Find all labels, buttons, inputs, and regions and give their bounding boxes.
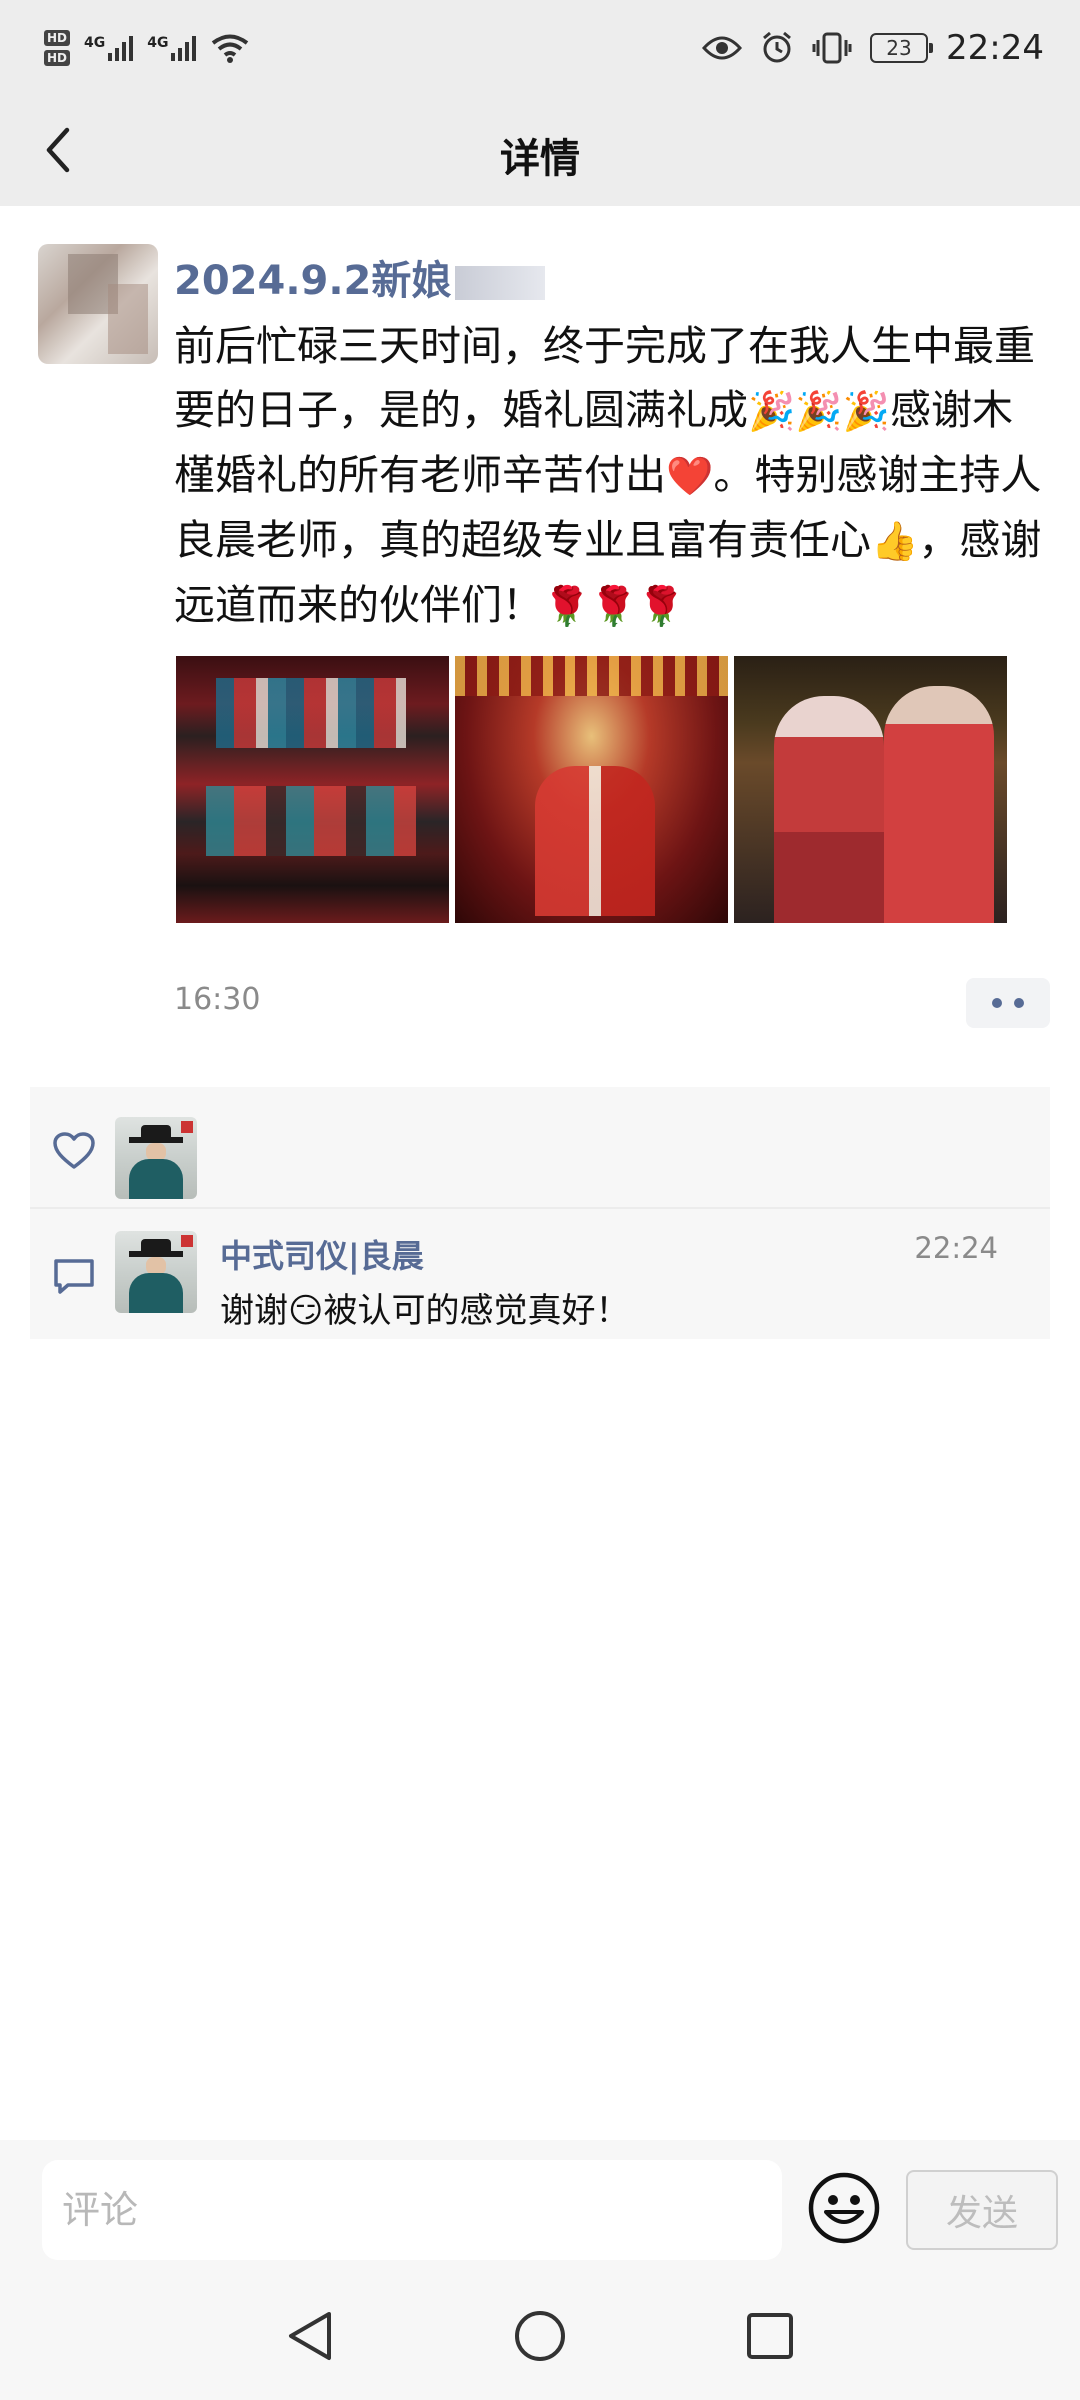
status-right: 23 22:24 [702,28,1044,68]
author-name[interactable]: 2024.9.2新娘 [174,248,546,306]
smiley-face-icon [808,2172,880,2244]
square-recents-icon [747,2313,793,2359]
triangle-back-icon [289,2312,331,2360]
eye-icon [702,36,743,60]
comment-time: 22:24 [914,1231,998,1265]
smirk-emoji-icon: 😏 [288,1291,324,1331]
post-photo-1[interactable] [176,656,449,923]
comment-input[interactable] [42,2160,782,2260]
thumbs-up-emoji-icon: 👍 [871,519,919,563]
more-actions-button[interactable] [966,978,1050,1028]
battery-indicator: 23 [870,33,934,63]
emoji-button[interactable] [806,2170,882,2246]
party-emoji-icon: 🎉🎉🎉 [748,389,890,433]
nav-recents-button[interactable] [740,2306,800,2366]
send-button[interactable]: 发送 [906,2170,1058,2250]
page-title: 详情 [500,136,580,182]
dot-icon [992,998,1002,1008]
signal-bars-icon [108,35,134,61]
comment-input-bar: 发送 [0,2140,1080,2272]
author-name-text: 2024.9.2新娘 [174,258,452,304]
signal-bars-icon [171,35,197,61]
comment-bubble-icon [54,1259,94,1294]
circle-home-icon [515,2311,565,2361]
author-avatar[interactable] [38,244,158,364]
status-bar: HD HD 4G 4G 23 22:24 [0,0,1080,96]
photo-gallery [176,656,1007,923]
wifi-icon [212,34,249,63]
interaction-panel: 中式司仪|良晨 22:24 谢谢😏被认可的感觉真好！ [30,1087,1050,1339]
comment-text-after: 被认可的感觉真好！ [323,1291,630,1331]
signal-1: 4G [84,35,134,61]
dot-icon [1014,998,1024,1008]
post-text: 前后忙碌三天时间，终于完成了在我人生中最重要的日子，是的，婚礼圆满礼成🎉🎉🎉感谢… [174,314,1044,638]
hd-indicators: HD HD [44,30,71,66]
post-photo-3[interactable] [734,656,1007,923]
post-time: 16:30 [174,982,261,1017]
alarm-icon [763,31,791,63]
hd-indicator-2: HD [44,50,71,66]
network-type-2: 4G [147,35,169,51]
status-left: HD HD 4G 4G [44,30,250,66]
hd-indicator-1: HD [44,30,71,46]
rose-emoji-icon: 🌹🌹🌹 [543,584,685,628]
heart-emoji-icon: ❤️ [666,454,714,498]
likes-row [30,1087,1050,1209]
title-bar: 详情 [0,96,1080,206]
comment-text-before: 谢谢 [220,1291,288,1331]
commenter-name[interactable]: 中式司仪|良晨 [220,1231,424,1277]
liker-avatar[interactable] [115,1117,197,1199]
comment-item[interactable]: 中式司仪|良晨 22:24 谢谢😏被认可的感觉真好！ [30,1209,1050,1339]
comment-text: 谢谢😏被认可的感觉真好！ [220,1283,629,1332]
post-photo-2[interactable] [455,656,728,923]
vibrate-icon [812,32,852,64]
status-time: 22:24 [946,28,1044,68]
heart-outline-icon [53,1132,95,1169]
system-nav-bar [0,2272,1080,2400]
network-type-1: 4G [84,35,106,51]
nav-home-button[interactable] [510,2306,570,2366]
name-blur-mask [455,266,546,300]
commenter-avatar[interactable] [115,1231,197,1313]
nav-back-button[interactable] [280,2306,340,2366]
signal-2: 4G [147,35,197,61]
